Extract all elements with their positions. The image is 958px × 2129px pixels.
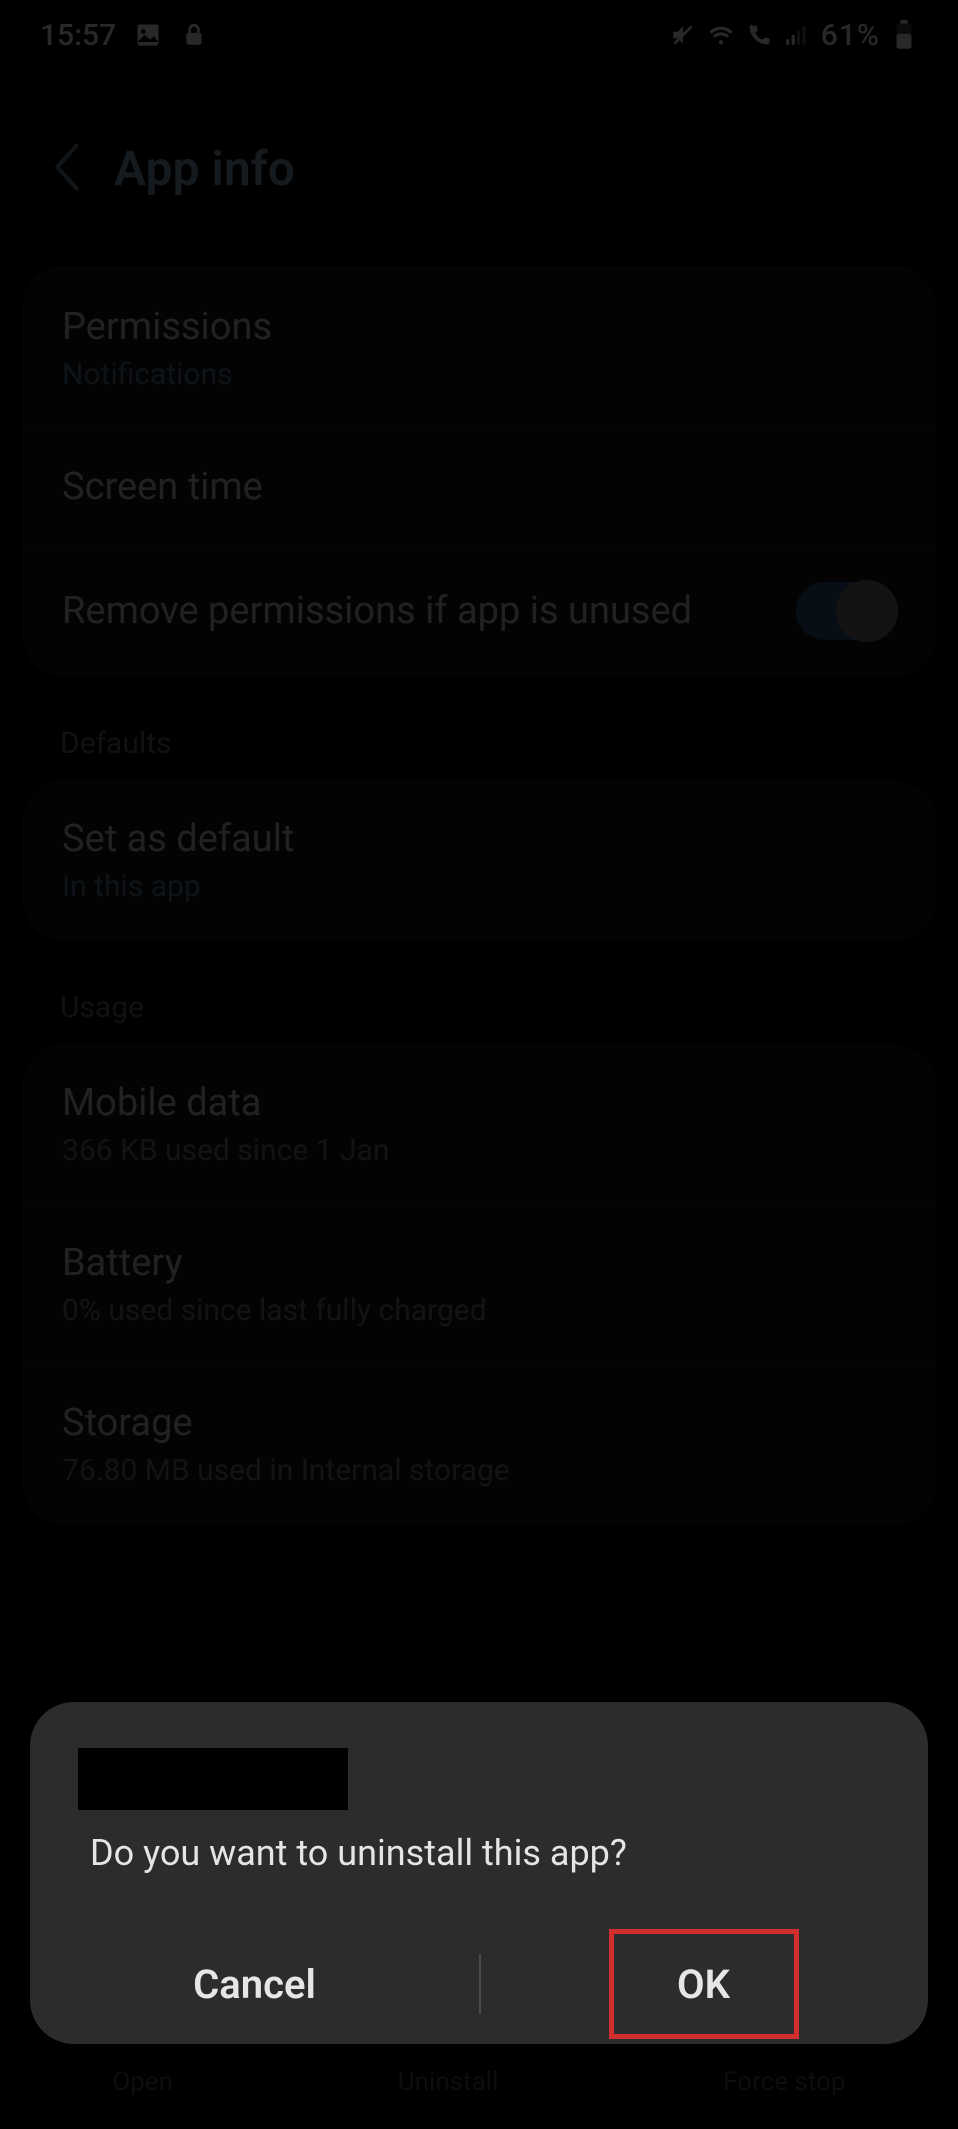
remove-permissions-title: Remove permissions if app is unused <box>62 589 692 633</box>
storage-row[interactable]: Storage 76.80 MB used in Internal storag… <box>22 1364 936 1524</box>
battery-icon <box>890 21 918 49</box>
permissions-row[interactable]: Permissions Notifications <box>22 268 936 428</box>
bottom-action-bar: Open Uninstall Force stop <box>0 2034 958 2129</box>
privacy-card: Permissions Notifications Screen time Re… <box>22 267 936 676</box>
remove-permissions-toggle[interactable] <box>796 582 896 640</box>
defaults-card: Set as default In this app <box>22 781 936 940</box>
permissions-sub: Notifications <box>62 357 896 392</box>
battery-row[interactable]: Battery 0% used since last fully charged <box>22 1204 936 1364</box>
ok-highlight-box: OK <box>609 1929 799 2039</box>
uninstall-dialog: Do you want to uninstall this app? Cance… <box>30 1702 928 2044</box>
ok-label: OK <box>677 1961 730 2008</box>
mobile-data-title: Mobile data <box>62 1081 896 1125</box>
set-default-row[interactable]: Set as default In this app <box>22 781 936 940</box>
status-bar: 15:57 <box>0 0 958 70</box>
usage-label: Usage <box>0 990 958 1045</box>
mobile-data-row[interactable]: Mobile data 366 KB used since 1 Jan <box>22 1045 936 1204</box>
uninstall-button[interactable]: Uninstall <box>398 2067 499 2097</box>
page-title: App info <box>114 140 295 197</box>
battery-title: Battery <box>62 1241 896 1285</box>
dialog-message: Do you want to uninstall this app? <box>30 1832 928 1924</box>
dialog-actions: Cancel OK <box>30 1924 928 2044</box>
wifi-icon <box>707 21 735 49</box>
usage-card: Mobile data 366 KB used since 1 Jan Batt… <box>22 1045 936 1524</box>
signal-icon <box>783 21 811 49</box>
back-icon[interactable] <box>50 143 84 195</box>
screen-time-row[interactable]: Screen time <box>22 428 936 545</box>
set-default-sub: In this app <box>62 869 896 904</box>
cancel-button[interactable]: Cancel <box>30 1961 479 2008</box>
open-button[interactable]: Open <box>112 2067 173 2097</box>
mute-icon <box>669 21 697 49</box>
defaults-label: Defaults <box>0 726 958 781</box>
dialog-app-name-redacted <box>78 1748 348 1810</box>
mobile-data-sub: 366 KB used since 1 Jan <box>62 1133 896 1168</box>
status-time: 15:57 <box>40 18 116 53</box>
cancel-label: Cancel <box>193 1961 316 2008</box>
remove-permissions-row[interactable]: Remove permissions if app is unused <box>22 545 936 676</box>
battery-sub: 0% used since last fully charged <box>62 1293 896 1328</box>
ok-button[interactable]: OK <box>479 1929 928 2039</box>
wifi-calling-icon <box>745 21 773 49</box>
force-stop-button[interactable]: Force stop <box>723 2067 845 2097</box>
storage-title: Storage <box>62 1401 896 1445</box>
lock-icon <box>180 21 208 49</box>
image-icon <box>134 21 162 49</box>
toggle-knob <box>836 580 898 642</box>
storage-sub: 76.80 MB used in Internal storage <box>62 1453 896 1488</box>
permissions-title: Permissions <box>62 305 896 349</box>
page-header: App info <box>0 70 958 257</box>
set-default-title: Set as default <box>62 817 896 861</box>
battery-percentage: 61% <box>821 18 880 53</box>
screen-time-title: Screen time <box>62 465 896 509</box>
